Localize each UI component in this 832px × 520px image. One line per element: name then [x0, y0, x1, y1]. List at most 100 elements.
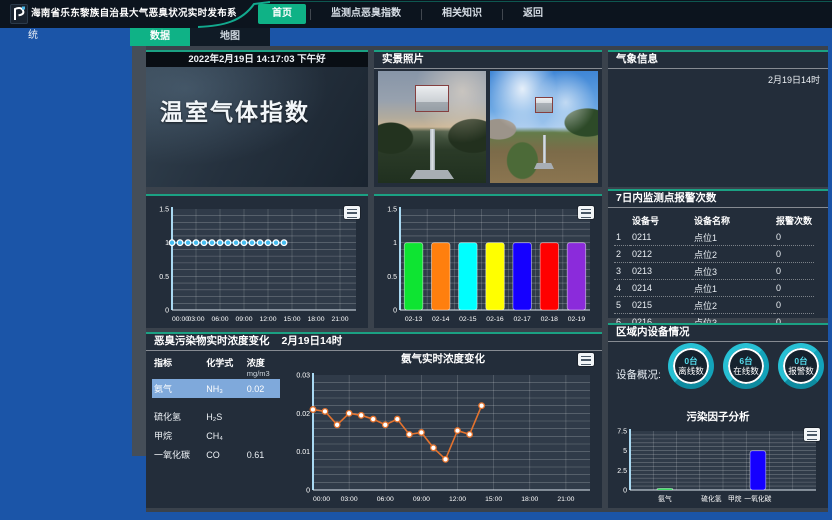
- svg-text:0.01: 0.01: [296, 449, 310, 456]
- svg-text:02-13: 02-13: [405, 316, 423, 323]
- odor-table-header: 指标 化学式 浓度 mg/m3: [152, 355, 280, 379]
- alarm-label: 报警数: [788, 366, 814, 376]
- svg-text:1: 1: [393, 240, 397, 247]
- svg-text:02-19: 02-19: [568, 316, 586, 323]
- greenhouse-trend-chart: 00.511.500:0003:0006:0009:0012:0015:0018…: [150, 202, 364, 324]
- svg-text:5: 5: [623, 448, 627, 455]
- odor-row[interactable]: 甲烷CH₄: [152, 426, 280, 445]
- svg-text:1.5: 1.5: [159, 207, 169, 214]
- title-wrap-text: 统: [28, 28, 38, 46]
- left-edge-strip: [132, 46, 146, 456]
- alarm-table: 设备号 设备名称 报警次数 10211点位1020212点位2030213点位3…: [614, 212, 814, 331]
- tab-map[interactable]: 地图: [190, 28, 270, 46]
- monitor-device-pole: [543, 135, 546, 165]
- table-row: 20212点位20: [614, 246, 814, 263]
- svg-text:02-17: 02-17: [513, 316, 531, 323]
- tab-data[interactable]: 数据: [130, 28, 190, 46]
- monitor-device-base: [410, 170, 454, 179]
- offline-label: 离线数: [678, 366, 704, 376]
- monitor-device-box: [415, 85, 449, 112]
- top-bar: 海南省乐东黎族自治县大气恶臭状况实时发布系 首页 监测点恶臭指数 相关知识 返回: [0, 0, 832, 28]
- pollutant-chart-title: 污染因子分析: [608, 409, 828, 424]
- greenhouse-banner: 温室气体指数: [146, 67, 368, 187]
- odor-table: 指标 化学式 浓度 mg/m3 氨气NH₃0.02硫化氢H₂S甲烷CH₄一氧化碳…: [152, 355, 280, 464]
- panel-alarm-counts: 7日内监测点报警次数 设备号 设备名称 报警次数 10211点位1020212点…: [608, 189, 828, 318]
- monitor-device-pole: [430, 129, 435, 171]
- daily-index-chart: 00.511.502-1302-1402-1502-1602-1702-1802…: [378, 202, 598, 324]
- svg-text:甲烷: 甲烷: [728, 494, 742, 503]
- nav-separator: [310, 9, 311, 20]
- svg-text:02-16: 02-16: [486, 316, 504, 323]
- odor-row[interactable]: 硫化氢H₂S: [152, 398, 280, 426]
- monitor-device-base: [534, 163, 554, 169]
- svg-text:0: 0: [306, 488, 310, 495]
- col-alarm-count: 报警次数: [774, 212, 814, 229]
- col-device-name: 设备名称: [692, 212, 774, 229]
- chart-menu-icon[interactable]: [578, 206, 594, 219]
- nav-separator: [421, 9, 422, 20]
- panel-title: 气象信息: [608, 52, 828, 69]
- svg-text:氨气: 氨气: [658, 494, 672, 503]
- nav-item-knowledge[interactable]: 相关知识: [426, 4, 498, 24]
- table-row: 30213点位30: [614, 263, 814, 280]
- unit-label: mg/m3: [247, 369, 278, 378]
- nav-item-home[interactable]: 首页: [258, 4, 306, 24]
- alarm-table-body: 10211点位1020212点位2030213点位3040214点位105021…: [614, 229, 814, 331]
- chart-menu-icon[interactable]: [578, 353, 594, 366]
- chart-menu-icon[interactable]: [344, 206, 360, 219]
- site-photo-2: [490, 71, 598, 183]
- photo-row: [378, 71, 598, 183]
- svg-text:18:00: 18:00: [521, 496, 538, 503]
- odor-title: 恶臭污染物实时浓度变化: [154, 334, 270, 350]
- svg-text:06:00: 06:00: [377, 496, 394, 503]
- svg-text:1: 1: [165, 240, 169, 247]
- nav-item-back[interactable]: 返回: [507, 4, 559, 24]
- odor-table-body: 氨气NH₃0.02硫化氢H₂S甲烷CH₄一氧化碳CO0.61: [152, 379, 280, 464]
- panel-title-row: 恶臭污染物实时浓度变化 2月19日14时: [146, 334, 602, 351]
- online-label: 在线数: [733, 366, 759, 376]
- greenhouse-title: 温室气体指数: [160, 93, 310, 127]
- col-formula: 化学式: [204, 355, 245, 379]
- odor-table-zone: 指标 化学式 浓度 mg/m3 氨气NH₃0.02硫化氢H₂S甲烷CH₄一氧化碳…: [146, 353, 286, 508]
- svg-text:0.5: 0.5: [387, 274, 397, 281]
- view-tabs: 数据 地图: [130, 28, 270, 46]
- weather-time: 2月19日14时: [768, 73, 820, 86]
- panel-odor-pollutants: 恶臭污染物实时浓度变化 2月19日14时 指标 化学式 浓度 mg/m3 氨气N…: [146, 332, 602, 508]
- site-photo-1: [378, 71, 486, 183]
- svg-text:硫化氢: 硫化氢: [701, 494, 722, 503]
- panel-title: 区域内设备情况: [608, 325, 828, 342]
- ammonia-chart-title: 氨气实时浓度变化: [286, 351, 600, 368]
- svg-text:18:00: 18:00: [307, 316, 324, 323]
- stat-alarm: 0台 报警数: [778, 343, 824, 389]
- col-indicator: 指标: [152, 355, 204, 379]
- table-row: 10211点位10: [614, 229, 814, 246]
- panel-weather-info: 气象信息 2月19日14时: [608, 50, 828, 187]
- svg-text:12:00: 12:00: [259, 316, 276, 323]
- svg-text:0.02: 0.02: [296, 411, 310, 418]
- odor-time: 2月19日14时: [282, 334, 343, 350]
- odor-row[interactable]: 氨气NH₃0.02: [152, 379, 280, 398]
- left-edge-blue: [132, 456, 146, 512]
- panel-greenhouse-index: 2022年2月19日 14:17:03 下午好 温室气体指数: [146, 50, 368, 187]
- svg-text:7.5: 7.5: [617, 429, 627, 436]
- svg-text:09:00: 09:00: [235, 316, 252, 323]
- nav-item-odor-index[interactable]: 监测点恶臭指数: [315, 4, 417, 24]
- nav-separator: [502, 9, 503, 20]
- panel-greenhouse-trend-chart: 00.511.500:0003:0006:0009:0012:0015:0018…: [146, 194, 368, 328]
- sub-bar: 统 数据 地图: [0, 28, 832, 46]
- svg-text:0: 0: [165, 308, 169, 315]
- svg-text:0: 0: [623, 488, 627, 495]
- pollutant-analysis-chart: 0 2.5 5 7.5 氨气 硫化氢甲烷一氧化碳: [612, 424, 824, 504]
- svg-text:21:00: 21:00: [557, 496, 574, 503]
- svg-text:15:00: 15:00: [283, 316, 300, 323]
- svg-text:03:00: 03:00: [341, 496, 358, 503]
- svg-text:一氧化碳: 一氧化碳: [744, 494, 771, 503]
- panel-region-devices: 区域内设备情况 设备概况: 0台 离线数 6台 在线数 0台 报警数 污染因子分…: [608, 323, 828, 508]
- odor-row[interactable]: 一氧化碳CO0.61: [152, 445, 280, 464]
- svg-text:0.5: 0.5: [159, 274, 169, 281]
- chart-menu-icon[interactable]: [804, 428, 820, 441]
- stat-offline: 0台 离线数: [668, 343, 714, 389]
- svg-text:2.5: 2.5: [617, 468, 627, 475]
- svg-text:12:00: 12:00: [449, 496, 466, 503]
- col-concentration: 浓度 mg/m3: [245, 355, 280, 379]
